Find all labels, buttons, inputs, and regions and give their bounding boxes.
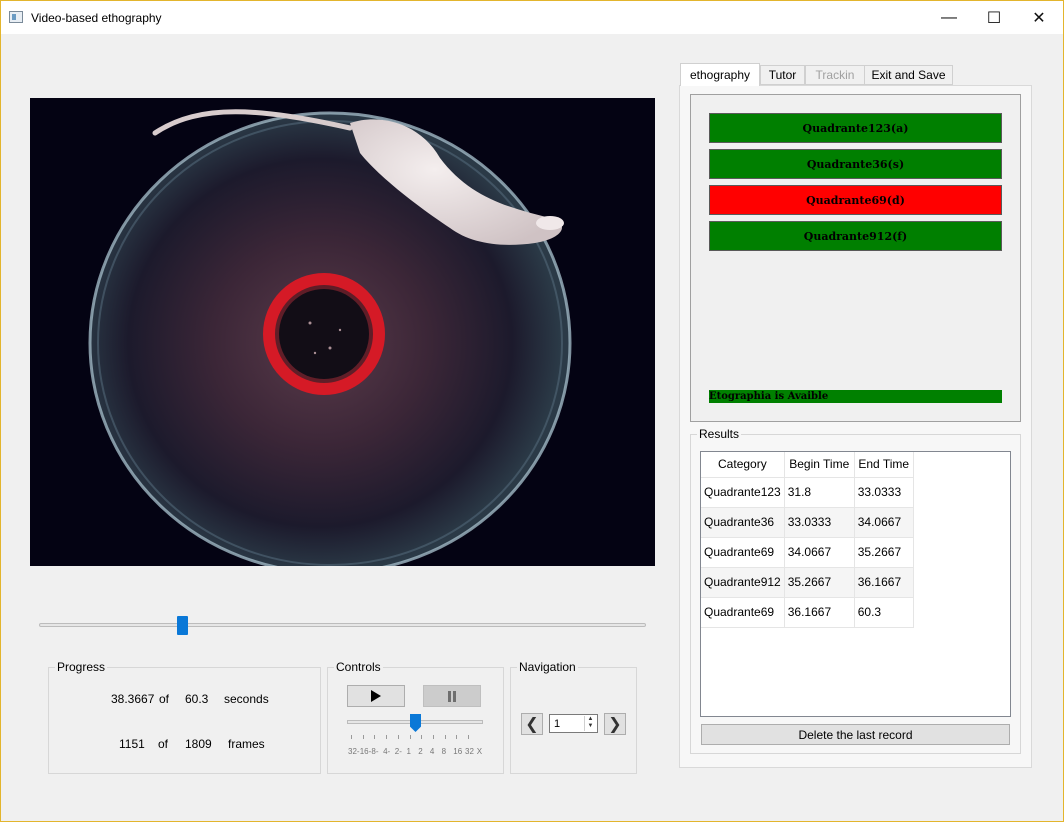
play-button[interactable] [347, 685, 405, 707]
play-icon [371, 690, 381, 702]
table-cell[interactable]: 60.3 [854, 597, 914, 628]
seek-slider-handle[interactable] [177, 616, 189, 635]
ethography-status: Etographia is Avaible [709, 390, 1002, 403]
navigation-title: Navigation [517, 660, 578, 674]
of-label: of [159, 692, 170, 706]
speed-tick [351, 735, 352, 739]
frames-unit: frames [228, 737, 265, 751]
current-seconds: 38.3667 [111, 692, 155, 706]
speed-tick-label: 2 [418, 747, 423, 756]
speed-tick-label: 8- [371, 747, 379, 756]
speed-tick-label: 32 [465, 747, 474, 756]
pause-button[interactable] [423, 685, 481, 707]
table-cell[interactable]: 34.0667 [854, 507, 914, 538]
step-spinbox[interactable]: ▲▼ [549, 714, 598, 733]
speed-tick-label: 4 [429, 747, 435, 756]
pause-icon [448, 690, 456, 702]
step-input[interactable] [550, 715, 584, 732]
previous-button[interactable]: ❮ [521, 713, 543, 735]
ethography-panel [690, 94, 1021, 422]
maximize-button[interactable]: ☐ [971, 1, 1017, 34]
speed-tick [456, 735, 458, 739]
close-button[interactable]: ✕ [1016, 1, 1062, 34]
speed-tick [362, 735, 364, 739]
table-cell[interactable]: Quadrante123 [701, 477, 785, 508]
table-header-row: Category Begin Time End Time [701, 452, 914, 478]
table-cell[interactable]: 36.1667 [784, 597, 855, 628]
speed-tick [432, 735, 434, 739]
controls-title: Controls [334, 660, 383, 674]
speed-tick-label: 4- [383, 747, 391, 756]
current-frame: 1151 [119, 737, 145, 751]
results-title: Results [697, 427, 742, 441]
minimize-button[interactable]: — [926, 1, 972, 34]
tab-ethography[interactable]: ethography [680, 63, 760, 86]
table-cell[interactable]: 33.0333 [854, 477, 914, 508]
seconds-unit: seconds [224, 692, 269, 706]
column-header[interactable]: End Time [854, 452, 914, 478]
category-button-quadrante912[interactable]: Quadrante912(f) [709, 221, 1002, 251]
table-cell[interactable]: 34.0667 [784, 537, 855, 568]
video-frame [30, 98, 655, 566]
table-cell[interactable]: 35.2667 [784, 567, 855, 598]
speed-tick [397, 735, 399, 739]
app-icon [9, 11, 23, 23]
speed-tick [386, 735, 388, 739]
table-row[interactable]: Quadrante69 36.1667 60.3 [701, 597, 914, 628]
table-cell[interactable]: Quadrante69 [701, 597, 785, 628]
table-cell[interactable]: 36.1667 [854, 567, 914, 598]
chevron-left-icon: ❮ [525, 716, 539, 733]
speed-tick-label: 8 [441, 747, 447, 756]
speed-tick [468, 735, 469, 739]
table-cell[interactable]: 31.8 [784, 477, 855, 508]
speed-tick-label: 16- [359, 747, 372, 756]
title-bar: Video-based ethography — ☐ ✕ [1, 1, 1063, 34]
speed-tick [444, 735, 446, 739]
progress-group: Progress [48, 660, 321, 774]
next-button[interactable]: ❯ [604, 713, 626, 735]
table-row[interactable]: Quadrante123 31.8 33.0333 [701, 477, 914, 508]
speed-tick [409, 735, 411, 739]
chevron-right-icon: ❯ [608, 716, 622, 733]
speed-tick-label: 2- [394, 747, 402, 756]
table-row[interactable]: Quadrante69 34.0667 35.2667 [701, 537, 914, 568]
table-cell[interactable]: Quadrante69 [701, 537, 785, 568]
seek-slider-track[interactable] [39, 623, 646, 627]
category-button-quadrante36[interactable]: Quadrante36(s) [709, 149, 1002, 179]
speed-tick-label: 1 [406, 747, 411, 756]
total-frames: 1809 [185, 737, 212, 751]
speed-tick [374, 735, 376, 739]
of-label: of [158, 737, 169, 751]
table-cell[interactable]: 35.2667 [854, 537, 914, 568]
speed-tick-label: 16 [453, 747, 463, 756]
tab-tracking: Trackin [805, 65, 865, 85]
column-header[interactable]: Begin Time [784, 452, 855, 478]
column-header[interactable]: Category [701, 452, 785, 478]
results-table[interactable]: Category Begin Time End Time Quadrante12… [700, 451, 1011, 717]
main-window: Video-based ethography — ☐ ✕ Progress 38… [0, 0, 1064, 822]
tab-exit-and-save[interactable]: Exit and Save [864, 65, 953, 85]
tab-tutor[interactable]: Tutor [760, 65, 805, 85]
progress-title: Progress [55, 660, 108, 674]
speed-tick [421, 735, 423, 739]
category-button-quadrante123[interactable]: Quadrante123(a) [709, 113, 1002, 143]
table-cell[interactable]: Quadrante912 [701, 567, 785, 598]
total-seconds: 60.3 [185, 692, 209, 706]
speed-tick-label: 32- [348, 747, 360, 756]
delete-last-record-button[interactable]: Delete the last record [701, 724, 1010, 745]
spin-arrows-icon[interactable]: ▲ ▼ [584, 716, 596, 731]
category-button-quadrante69[interactable]: Quadrante69(d) [709, 185, 1002, 215]
table-cell[interactable]: Quadrante36 [701, 507, 785, 538]
table-row[interactable]: Quadrante912 35.2667 36.1667 [701, 567, 914, 598]
window-title: Video-based ethography [31, 11, 162, 25]
table-row[interactable]: Quadrante36 33.0333 34.0667 [701, 507, 914, 538]
table-cell[interactable]: 33.0333 [784, 507, 855, 538]
speed-tick-label: X [476, 747, 483, 756]
video-image [30, 98, 655, 566]
